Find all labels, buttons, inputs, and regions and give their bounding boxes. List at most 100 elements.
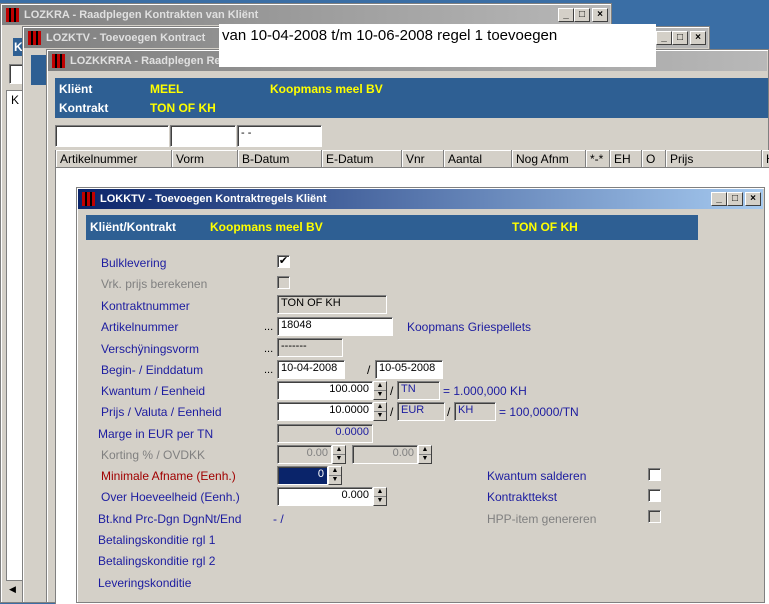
- hpp-label: HPP-item genereren: [487, 512, 597, 526]
- lozkra-titlebar[interactable]: LOZKRA - Raadplegen Kontrakten van Kliën…: [2, 5, 610, 25]
- spin-down-icon[interactable]: ▼: [374, 391, 386, 400]
- lokktv-dialog: LOKKTV - Toevoegen Kontraktregels Kliënt…: [76, 187, 765, 603]
- grid-column-header[interactable]: O: [642, 150, 666, 168]
- close-icon[interactable]: ×: [592, 8, 608, 22]
- client-code: MEEL: [150, 82, 184, 96]
- filter-date-field[interactable]: - -: [237, 125, 322, 147]
- grid-column-header[interactable]: Aantal: [444, 150, 512, 168]
- kwantum-salderen-label: Kwantum salderen: [487, 469, 587, 483]
- end-date-field[interactable]: 10-05-2008: [375, 360, 443, 379]
- contract-label: Kontrakt: [59, 101, 109, 115]
- vrk-checkbox[interactable]: [277, 276, 290, 289]
- discount-ovdkk-field[interactable]: 0.00: [352, 445, 418, 464]
- spin-up-icon[interactable]: ▲: [374, 403, 386, 412]
- app-icon: [52, 54, 65, 68]
- date-separator: /: [367, 363, 371, 377]
- over-field[interactable]: 0.000: [277, 487, 373, 506]
- qty-unit-field[interactable]: TN: [397, 381, 440, 400]
- dialog-client-bar: Kliënt/Kontrakt Koopmans meel BV TON OF …: [86, 215, 698, 240]
- grid-column-header[interactable]: Vorm: [172, 150, 238, 168]
- form-field[interactable]: -------: [277, 338, 343, 357]
- contract-nr-field[interactable]: TON OF KH: [277, 295, 387, 314]
- min-afname-label: Minimale Afname (Eenh.): [101, 469, 236, 483]
- spin-down-icon[interactable]: ▼: [374, 412, 386, 421]
- spin-up-icon[interactable]: ▲: [419, 446, 431, 455]
- over-spinner[interactable]: ▲ ▼: [373, 487, 387, 506]
- grid-column-header[interactable]: EH: [610, 150, 642, 168]
- price-field[interactable]: 10.0000: [277, 402, 373, 421]
- discount-label: Korting % / OVDKK: [101, 448, 206, 462]
- kontrakttekst-label: Kontrakttekst: [487, 490, 558, 504]
- spin-up-icon[interactable]: ▲: [374, 382, 386, 391]
- kwantum-salderen-checkbox[interactable]: [648, 468, 661, 481]
- hpp-checkbox[interactable]: [648, 510, 661, 523]
- contract-code: TON OF KH: [150, 101, 216, 115]
- app-icon: [82, 192, 95, 206]
- grid-header: Artikelnummer Vorm B-Datum E-Datum Vnr Aantal…: [56, 150, 769, 169]
- discount-pct-field[interactable]: 0.00: [277, 445, 332, 464]
- article-nr-field[interactable]: 18048: [277, 317, 393, 336]
- currency-field[interactable]: EUR: [397, 402, 445, 421]
- grid-column-header[interactable]: E-Datum: [322, 150, 402, 168]
- discount-pct-spinner[interactable]: ▲ ▼: [332, 445, 346, 464]
- price-separator-1: /: [390, 405, 394, 419]
- app-icon: [6, 8, 19, 22]
- spin-up-icon[interactable]: ▲: [374, 488, 386, 497]
- minimize-icon[interactable]: _: [711, 192, 727, 206]
- margin-field[interactable]: 0.0000: [277, 424, 373, 443]
- close-icon[interactable]: ×: [745, 192, 761, 206]
- price-conversion: = 100,0000/TN: [499, 405, 579, 419]
- qty-label: Kwantum / Eenheid: [101, 384, 206, 398]
- grid-column-header[interactable]: *-*: [586, 150, 610, 168]
- begin-date-field[interactable]: 10-04-2008: [277, 360, 345, 379]
- grid-column-header[interactable]: Artikelnummer: [56, 150, 172, 168]
- bulk-checkbox[interactable]: ✔: [277, 255, 290, 268]
- dialog-bar-contract: TON OF KH: [512, 220, 578, 234]
- spin-down-icon[interactable]: ▼: [329, 476, 341, 485]
- grid-column-header[interactable]: H: [762, 150, 769, 168]
- qty-separator: /: [390, 384, 394, 398]
- qty-spinner[interactable]: ▲ ▼: [373, 381, 387, 400]
- spin-down-icon[interactable]: ▼: [419, 455, 431, 464]
- lozkra-title: LOZKRA - Raadplegen Kontrakten van Kliën…: [24, 9, 259, 21]
- kontrakttekst-checkbox[interactable]: [648, 489, 661, 502]
- lokktv-titlebar[interactable]: LOKKTV - Toevoegen Kontraktregels Kliënt…: [78, 189, 763, 209]
- lozktv-title: LOZKTV - Toevoegen Kontract: [46, 32, 206, 44]
- margin-label: Marge in EUR per TN: [98, 427, 214, 441]
- grid-column-header[interactable]: Prijs: [666, 150, 762, 168]
- levering-label: Leveringskonditie: [98, 576, 192, 590]
- spin-down-icon[interactable]: ▼: [374, 497, 386, 506]
- client-name: Koopmans meel BV: [270, 82, 383, 96]
- spin-up-icon[interactable]: ▲: [329, 467, 341, 476]
- grid-column-header[interactable]: Nog Afnm: [512, 150, 586, 168]
- article-lookup-dots[interactable]: ...: [264, 321, 273, 333]
- price-spinner[interactable]: ▲ ▼: [373, 402, 387, 421]
- dialog-bar-label: Kliënt/Kontrakt: [90, 220, 177, 234]
- minimize-icon[interactable]: _: [558, 8, 574, 22]
- close-icon[interactable]: ×: [690, 31, 706, 45]
- grid-column-header[interactable]: B-Datum: [238, 150, 322, 168]
- lozkkrra-title: LOZKKRRA - Raadplegen Re: [70, 55, 221, 67]
- caption-strip: van 10-04-2008 t/m 10-06-2008 regel 1 to…: [219, 24, 656, 67]
- dates-label: Begin- / Einddatum: [101, 363, 204, 377]
- client-label: Kliënt: [59, 82, 93, 96]
- spin-up-icon[interactable]: ▲: [333, 446, 345, 455]
- minimize-icon[interactable]: _: [656, 31, 672, 45]
- dates-lookup-dots[interactable]: ...: [264, 364, 273, 376]
- discount-ovdkk-spinner[interactable]: ▲ ▼: [418, 445, 432, 464]
- maximize-icon[interactable]: □: [672, 31, 688, 45]
- grid-column-header[interactable]: Vnr: [402, 150, 444, 168]
- window-controls: _ □ ×: [711, 192, 761, 206]
- spin-down-icon[interactable]: ▼: [333, 455, 345, 464]
- maximize-icon[interactable]: □: [574, 8, 590, 22]
- window-controls: _ □ ×: [656, 31, 706, 45]
- min-afname-spinner[interactable]: ▲ ▼: [328, 466, 342, 485]
- form-lookup-dots[interactable]: ...: [264, 343, 273, 355]
- price-unit-field[interactable]: KH: [454, 402, 496, 421]
- filter-field-2[interactable]: [170, 125, 236, 147]
- contract-nr-label: Kontraktnummer: [101, 299, 190, 313]
- min-afname-field[interactable]: 0: [277, 466, 328, 485]
- maximize-icon[interactable]: □: [727, 192, 743, 206]
- filter-field-1[interactable]: [55, 125, 169, 147]
- qty-field[interactable]: 100.000: [277, 381, 373, 400]
